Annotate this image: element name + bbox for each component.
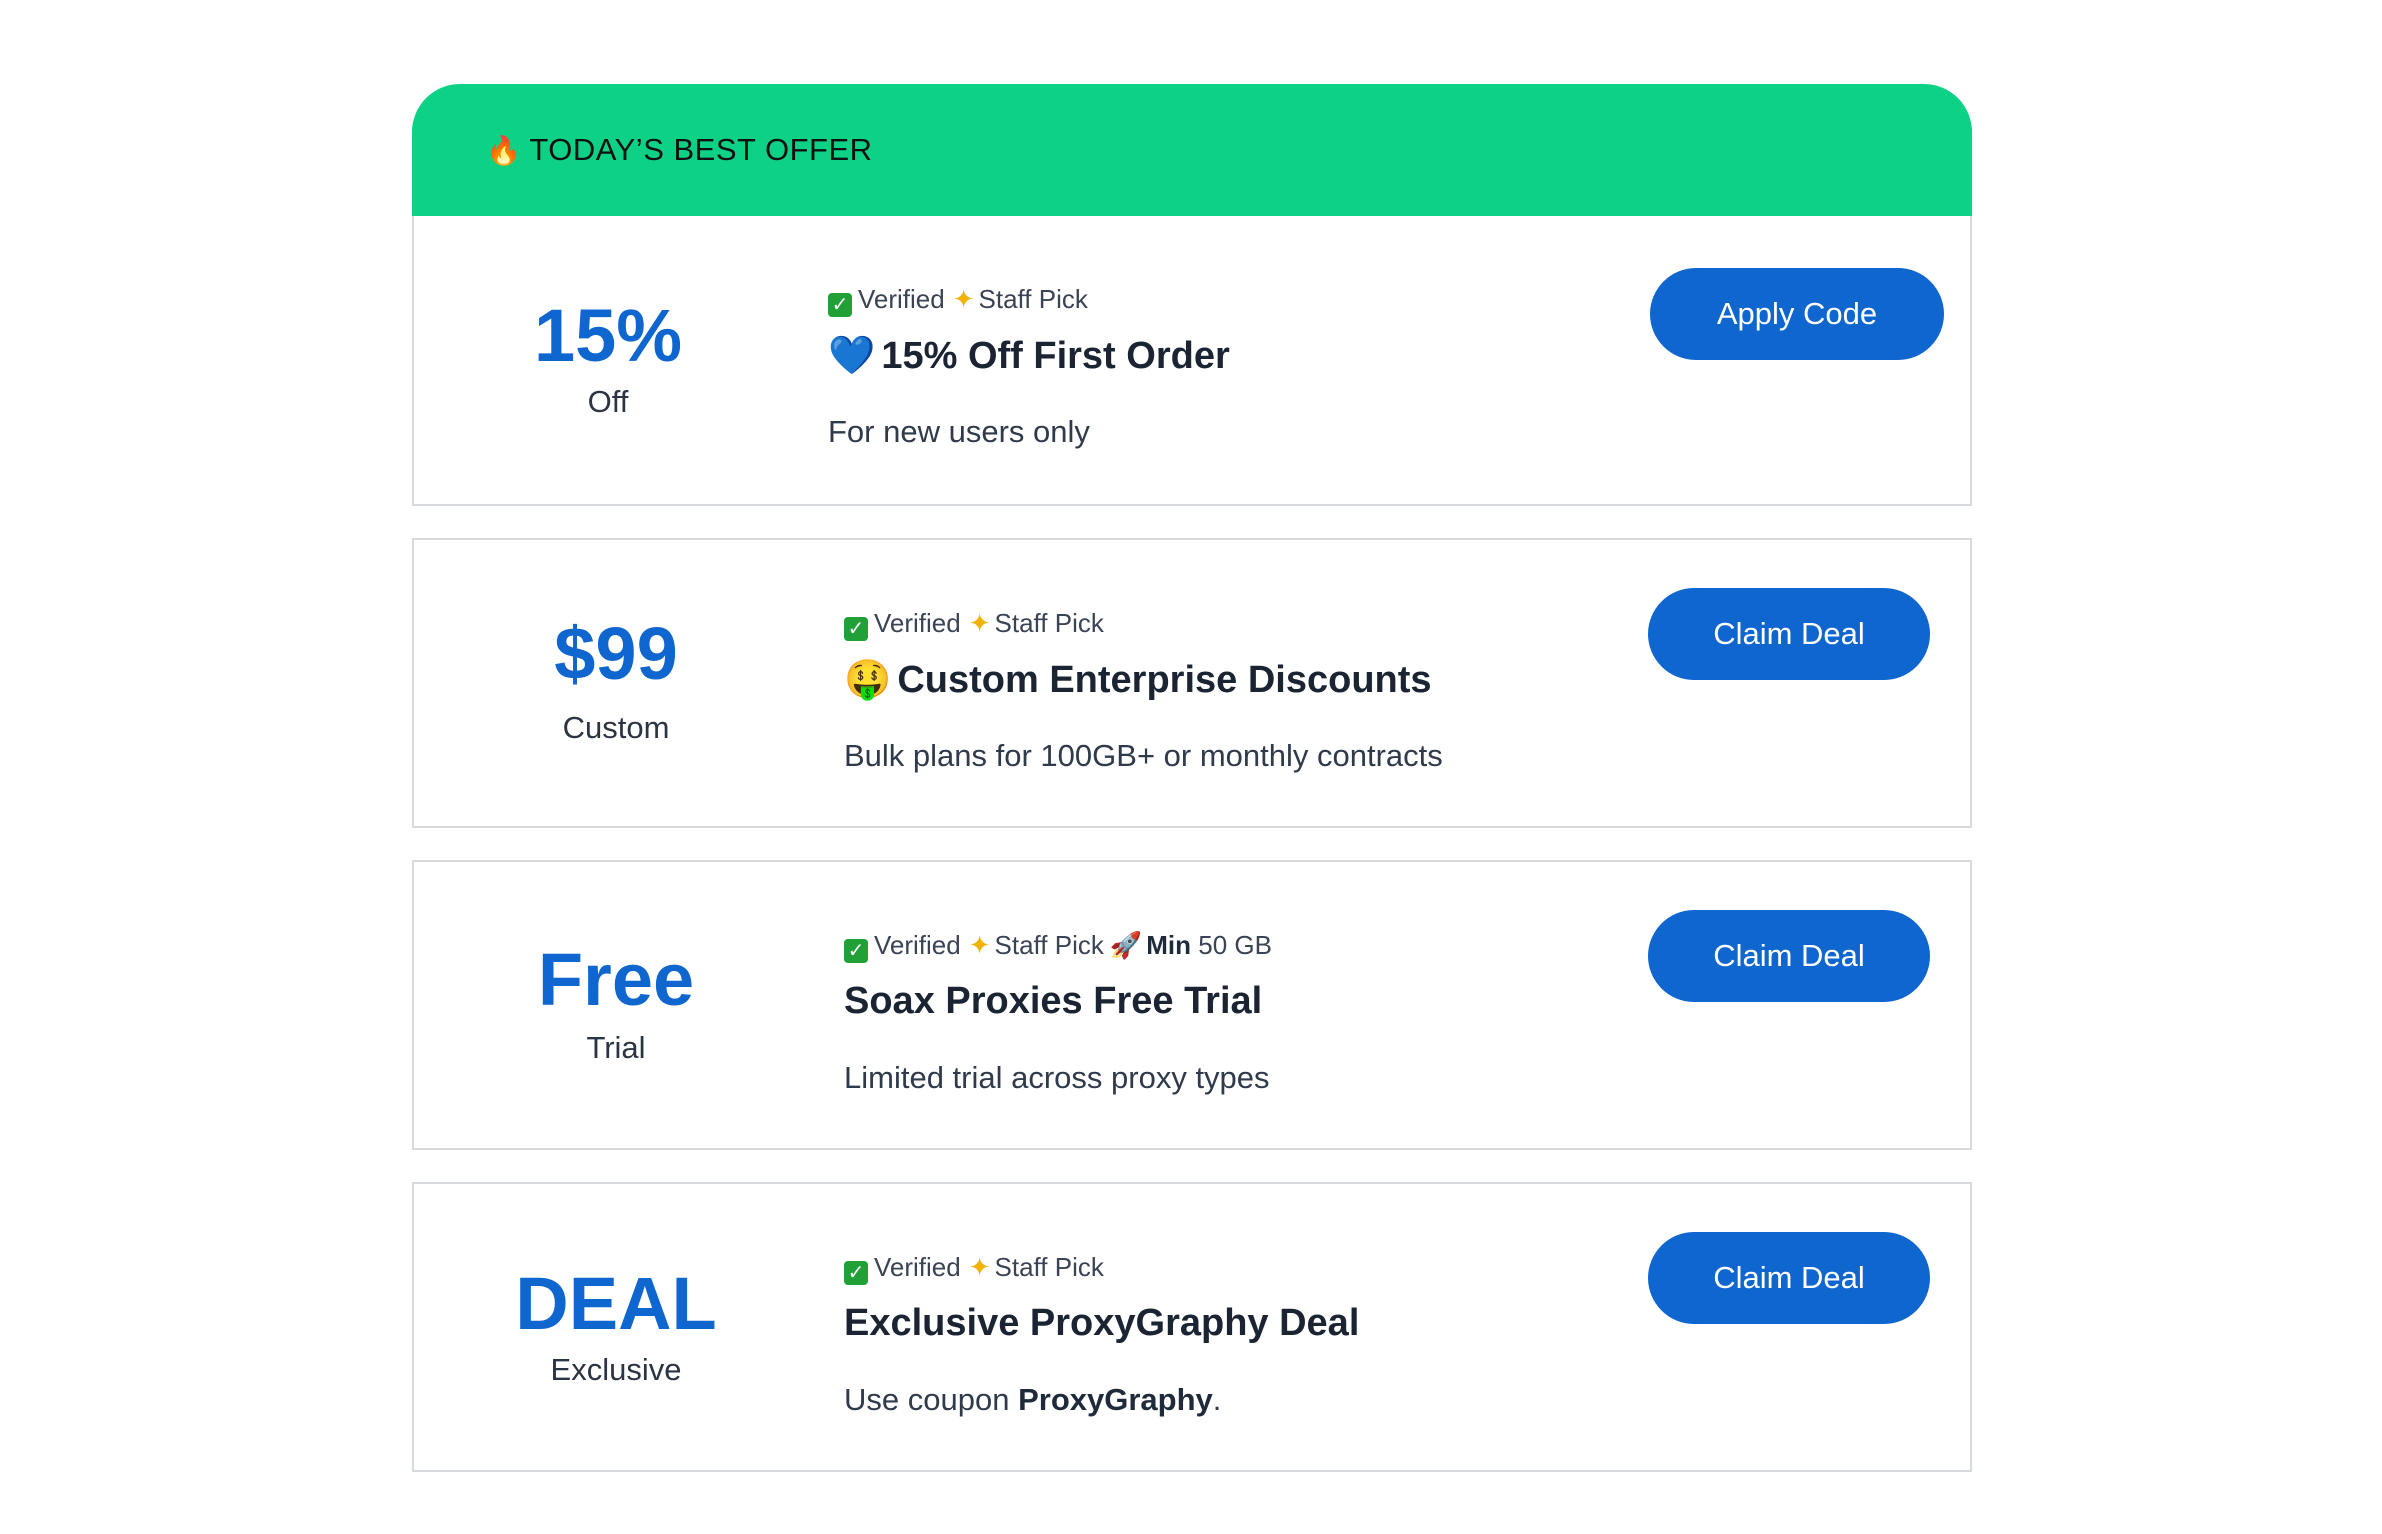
star-icon: ✦ bbox=[968, 930, 991, 960]
offer-description: Use coupon ProxyGraphy. bbox=[844, 1382, 1221, 1418]
star-icon: ✦ bbox=[952, 284, 975, 314]
offer-description: For new users only bbox=[828, 414, 1090, 449]
check-icon: ✓ bbox=[828, 293, 852, 317]
claim-deal-button[interactable]: Claim Deal bbox=[1648, 910, 1930, 1002]
verified-label: Verified bbox=[858, 284, 945, 314]
staff-pick-label: Staff Pick bbox=[994, 930, 1104, 960]
coupon-suffix: . bbox=[1212, 1382, 1222, 1417]
rocket-icon: 🚀 bbox=[1109, 930, 1143, 960]
banner-label: TODAY’S BEST OFFER bbox=[529, 132, 873, 167]
staff-pick-label: Staff Pick bbox=[994, 608, 1104, 638]
offer-description: Bulk plans for 100GB+ or monthly contrac… bbox=[844, 738, 1443, 773]
offer-amount-sub: Exclusive bbox=[550, 1352, 682, 1387]
apply-code-button[interactable]: Apply Code bbox=[1650, 268, 1944, 360]
offer-amount: 15% bbox=[533, 294, 683, 377]
fire-icon: 🔥 bbox=[486, 134, 522, 166]
claim-deal-button[interactable]: Claim Deal bbox=[1648, 588, 1930, 680]
offer-badges: ✓ Verified ✦ Staff Pick 🚀 Min 50 GB bbox=[844, 930, 1272, 963]
offer-title: 💙 15% Off First Order bbox=[828, 334, 1230, 378]
star-icon: ✦ bbox=[968, 1252, 991, 1282]
verified-label: Verified bbox=[874, 930, 961, 960]
verified-label: Verified bbox=[874, 1252, 961, 1282]
offer-amount: DEAL bbox=[515, 1262, 717, 1345]
verified-label: Verified bbox=[874, 608, 961, 638]
coupon-code[interactable]: ProxyGraphy bbox=[1018, 1382, 1213, 1417]
offer-amount-sub: Trial bbox=[586, 1030, 646, 1065]
offer-description: Limited trial across proxy types bbox=[844, 1060, 1270, 1095]
offer-card: DEAL Exclusive ✓ Verified ✦ Staff Pick Excl… bbox=[412, 1182, 1972, 1472]
offer-badges: ✓ Verified ✦ Staff Pick bbox=[844, 1252, 1104, 1285]
offer-title: Soax Proxies Free Trial bbox=[844, 980, 1263, 1022]
money-mouth-face-icon: 🤑 bbox=[844, 659, 892, 701]
best-offer-banner: 🔥 TODAY’S BEST OFFER bbox=[412, 84, 1972, 216]
offer-title-text: Custom Enterprise Discounts bbox=[897, 659, 1432, 701]
check-icon: ✓ bbox=[844, 1261, 868, 1285]
offer-amount-sub: Custom bbox=[562, 710, 670, 745]
staff-pick-label: Staff Pick bbox=[978, 284, 1088, 314]
star-icon: ✦ bbox=[968, 608, 991, 638]
offers-widget: 🔥 TODAY’S BEST OFFER 15% Off ✓ Verified ✦ S… bbox=[412, 84, 1972, 1472]
claim-deal-button[interactable]: Claim Deal bbox=[1648, 1232, 1930, 1324]
offer-amount: Free bbox=[537, 938, 695, 1021]
offer-amount-sub: Off bbox=[587, 384, 629, 419]
offer-title: 🤑 Custom Enterprise Discounts bbox=[844, 658, 1432, 702]
offer-badges: ✓ Verified ✦ Staff Pick bbox=[844, 608, 1104, 641]
offer-amount: $99 bbox=[554, 612, 678, 695]
offer-badges: ✓ Verified ✦ Staff Pick bbox=[828, 284, 1088, 317]
min-label: Min bbox=[1146, 930, 1192, 960]
check-icon: ✓ bbox=[844, 617, 868, 641]
offer-card: 15% Off ✓ Verified ✦ Staff Pick 💙 15% Off Fi… bbox=[412, 216, 1972, 506]
offer-card: $99 Custom ✓ Verified ✦ Staff Pick 🤑 Custom … bbox=[412, 538, 1972, 828]
offer-title-text: 15% Off First Order bbox=[881, 335, 1230, 377]
blue-heart-icon: 💙 bbox=[828, 335, 876, 377]
check-icon: ✓ bbox=[844, 939, 868, 963]
min-value: 50 GB bbox=[1198, 930, 1272, 960]
offer-title: Exclusive ProxyGraphy Deal bbox=[844, 1302, 1360, 1344]
staff-pick-label: Staff Pick bbox=[994, 1252, 1104, 1282]
coupon-prefix: Use coupon bbox=[844, 1382, 1010, 1417]
offer-card: Free Trial ✓ Verified ✦ Staff Pick 🚀 Min 50 G… bbox=[412, 860, 1972, 1150]
